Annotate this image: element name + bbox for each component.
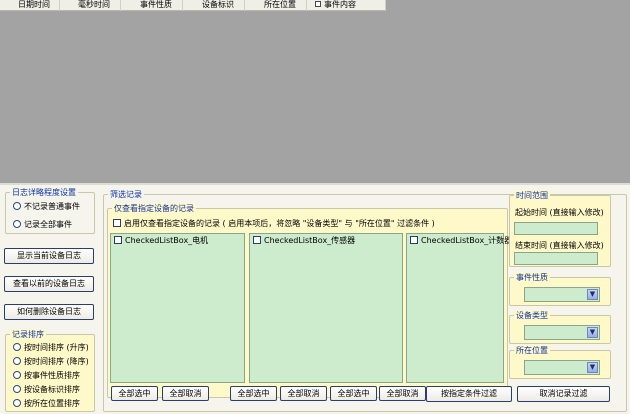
end-time-label: 结束时间 (直接输入修改) [515,241,604,250]
motor-checked-list[interactable]: CheckedListBox_电机 [110,233,245,383]
view-previous-log-button[interactable]: 查看以前的设备日志 [4,276,94,292]
log-grid[interactable]: 日期时间 毫秒时间 事件性质 设备标识 所在位置 事件内容 [0,0,630,183]
radio-icon [13,202,21,210]
motor-cancel-all-button[interactable]: 全部取消 [162,386,209,401]
detail-level-title: 日志详略程度设置 [10,187,78,198]
motor-select-all-button[interactable]: 全部选中 [111,386,158,401]
col-nature[interactable]: 事件性质 [121,0,183,11]
col-device-id[interactable]: 设备标识 [183,0,245,11]
col-content[interactable]: 事件内容 [307,0,386,11]
radio-sort-location[interactable]: 按所在位置排序 [13,398,80,410]
time-range-group: 时间范围 起始时间 (直接输入修改) 结束时间 (直接输入修改) [509,190,611,267]
radio-sort-nature[interactable]: 按事件性质排序 [13,370,80,382]
grid-header: 日期时间 毫秒时间 事件性质 设备标识 所在位置 事件内容 [0,0,386,11]
splitter[interactable] [0,183,630,185]
device-type-select[interactable]: ▼ [524,325,600,340]
checkbox-icon [410,236,418,244]
end-time-input[interactable] [514,252,598,265]
how-delete-log-button[interactable]: 如何删除设备日志 [4,304,94,320]
sensor-checked-list[interactable]: CheckedListBox_传感器 [249,233,403,383]
counter-select-all-button[interactable]: 全部选中 [330,386,377,401]
radio-icon [13,399,21,407]
counter-checked-list[interactable]: CheckedListBox_计数器 [406,233,512,383]
radio-icon [13,357,21,365]
column-checkbox-icon [315,1,321,7]
time-range-title: 时间范围 [514,190,550,201]
location-group: 所在位置 ▼ [509,345,611,379]
location-title: 所在位置 [514,345,550,356]
device-type-group: 设备类型 ▼ [509,310,611,344]
device-filter-title: 仅查看指定设备的记录 [112,203,196,214]
list-item[interactable]: CheckedListBox_电机 [114,236,208,246]
radio-icon [13,371,21,379]
radio-no-normal-events[interactable]: 不记录普通事件 [13,201,80,213]
filter-records-group: 筛选记录 仅查看指定设备的记录 启用仅查看指定设备的记录 ( 启用本项后，将忽略… [103,189,627,412]
device-type-title: 设备类型 [514,310,550,321]
list-item[interactable]: CheckedListBox_传感器 [253,236,355,246]
location-select[interactable]: ▼ [524,360,600,375]
event-nature-select[interactable]: ▼ [524,287,600,302]
chevron-down-icon[interactable]: ▼ [587,289,598,300]
filter-by-condition-button[interactable]: 按指定条件过滤 [426,386,512,402]
radio-sort-device-id[interactable]: 按设备标识排序 [13,384,80,396]
checkbox-icon [253,236,261,244]
radio-sort-time-desc[interactable]: 按时间排序 (降序) [13,356,89,368]
counter-cancel-all-button[interactable]: 全部取消 [379,386,426,401]
event-nature-group: 事件性质 ▼ [509,272,611,306]
cancel-filter-button[interactable]: 取消记录过滤 [517,386,610,402]
show-current-log-button[interactable]: 显示当前设备日志 [4,248,94,264]
detail-level-group: 日志详略程度设置 不记录普通事件 记录全部事件 [5,187,95,234]
list-item[interactable]: CheckedListBox_计数器 [410,236,512,246]
device-filter-group: 仅查看指定设备的记录 启用仅查看指定设备的记录 ( 启用本项后，将忽略 "设备类… [107,203,512,398]
radio-icon [13,385,21,393]
radio-sort-time-asc[interactable]: 按时间排序 (升序) [13,342,89,354]
sort-title: 记录排序 [10,329,46,340]
radio-all-events[interactable]: 记录全部事件 [13,219,72,231]
sensor-select-all-button[interactable]: 全部选中 [230,386,277,401]
start-time-input[interactable] [514,222,598,235]
col-ms[interactable]: 毫秒时间 [60,0,121,11]
event-nature-title: 事件性质 [514,272,550,283]
sensor-cancel-all-button[interactable]: 全部取消 [280,386,327,401]
start-time-label: 起始时间 (直接输入修改) [515,208,604,217]
checkbox-icon [114,236,122,244]
radio-icon [13,343,21,351]
radio-icon [13,220,21,228]
filter-records-title: 筛选记录 [108,189,144,200]
col-datetime[interactable]: 日期时间 [0,0,60,11]
checkbox-icon [113,219,121,227]
sort-group: 记录排序 按时间排序 (升序) 按时间排序 (降序) 按事件性质排序 按设备标识… [5,329,95,412]
chevron-down-icon[interactable]: ▼ [587,327,598,338]
enable-device-filter-checkbox[interactable]: 启用仅查看指定设备的记录 ( 启用本项后，将忽略 "设备类型" 与 "所在位置"… [113,218,435,229]
chevron-down-icon[interactable]: ▼ [587,362,598,373]
col-location[interactable]: 所在位置 [245,0,307,11]
